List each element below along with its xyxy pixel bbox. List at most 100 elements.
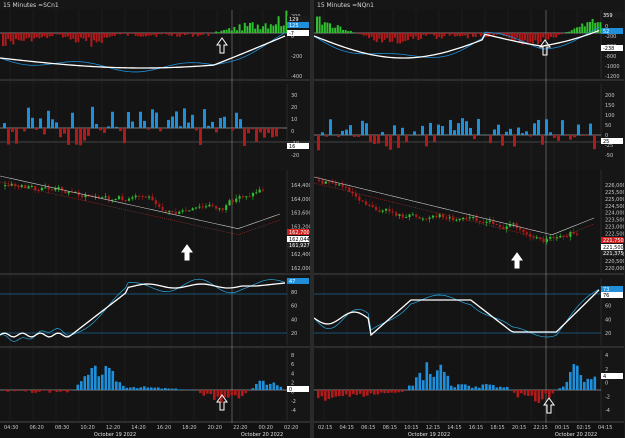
histogram-bar [357, 33, 360, 35]
histogram-bar [376, 390, 380, 395]
histogram-bar [259, 29, 262, 33]
time-tick-label: 18:15 [490, 425, 504, 431]
histogram-bar [473, 135, 476, 140]
histogram-bar [171, 388, 174, 390]
histogram-bar [142, 33, 145, 37]
time-tick-label: 10:20 [80, 425, 94, 431]
histogram-bar [545, 119, 548, 135]
histogram-bar [23, 128, 26, 132]
time-tick-label: 08:15 [383, 425, 397, 431]
candle-body [101, 196, 104, 198]
histogram-bar [495, 387, 499, 390]
candle-body [164, 210, 167, 212]
histogram-bar [125, 387, 129, 390]
histogram-bar [572, 364, 576, 390]
candle-body [168, 210, 171, 212]
pane4-tick-label: 40 [291, 317, 297, 323]
histogram-bar [490, 33, 493, 35]
time-tick-label: 10:15 [404, 425, 418, 431]
histogram-bar [433, 135, 436, 142]
histogram-bar [478, 387, 481, 390]
histogram-bar [46, 33, 49, 39]
chart-canvas-nq[interactable]: 3590-200-600-800-1000-1200200150100500-2… [314, 0, 624, 438]
histogram-bar [69, 33, 72, 40]
histogram-bar [223, 390, 227, 398]
histogram-bar [159, 128, 162, 132]
candle-body [228, 200, 231, 206]
candle-body [47, 187, 50, 190]
histogram-bar [320, 390, 324, 397]
histogram-bar [251, 388, 255, 390]
histogram-bar [98, 33, 101, 42]
candle-body [245, 196, 248, 198]
pane3-tick-label: 225,500 [605, 190, 624, 196]
candle-body [127, 198, 131, 201]
histogram-bar [529, 33, 532, 43]
histogram-bar [79, 128, 82, 146]
candle-body [238, 196, 241, 199]
time-tick-label: 06:20 [29, 425, 43, 431]
histogram-bar [186, 33, 189, 35]
histogram-bar [368, 33, 370, 39]
histogram-bar [90, 33, 93, 47]
histogram-bar [537, 119, 540, 135]
histogram-bar [433, 33, 435, 36]
histogram-bar [417, 33, 420, 41]
histogram-bar [557, 33, 560, 35]
histogram-bar [158, 33, 160, 35]
histogram-bar [497, 124, 500, 135]
histogram-bar [443, 371, 446, 390]
histogram-bar [131, 121, 134, 128]
candle-body [368, 204, 371, 206]
histogram-bar [217, 32, 220, 33]
histogram-bar [438, 33, 441, 38]
histogram-bar [207, 33, 210, 36]
time-tick-label: 04:15 [340, 425, 354, 431]
chart-panel-sc[interactable]: 2000-200-4003020100-10-20164,400164,0001… [0, 0, 310, 438]
candle-body [191, 208, 194, 211]
histogram-bar [216, 390, 220, 397]
date-label-right: October 20 2022 [241, 432, 283, 438]
histogram-bar [173, 33, 176, 34]
histogram-bar [15, 33, 17, 39]
candle-body [455, 219, 458, 221]
histogram-bar [74, 33, 77, 43]
pane-bg [314, 278, 601, 345]
time-tick-label: 02:20 [284, 425, 298, 431]
time-tick-label: 14:15 [447, 425, 461, 431]
histogram-bar [353, 135, 356, 137]
candle-body [188, 210, 191, 212]
histogram-bar [80, 381, 83, 390]
histogram-bar [225, 29, 228, 33]
candle-body [485, 221, 488, 223]
candle-body [148, 196, 151, 198]
histogram-bar [275, 24, 277, 33]
histogram-bar [129, 387, 132, 390]
candle-body [241, 196, 245, 198]
histogram-bar [103, 33, 106, 38]
chart-canvas-sc[interactable]: 2000-200-4003020100-10-20164,400164,0001… [0, 0, 310, 438]
histogram-bar [249, 22, 251, 33]
histogram-bar [348, 390, 352, 397]
candle-body [458, 219, 461, 221]
histogram-bar [25, 33, 28, 39]
pane1-tick-label: -400 [291, 74, 302, 80]
chart-panel-nq[interactable]: 3590-200-600-800-1000-1200200150100500-2… [314, 0, 624, 438]
histogram-bar [408, 385, 411, 390]
histogram-bar [352, 390, 355, 395]
histogram-bar [352, 32, 355, 33]
candle-body [231, 200, 234, 202]
histogram-bar [357, 135, 360, 137]
histogram-bar [124, 33, 127, 34]
candle-body [4, 185, 7, 187]
histogram-bar [108, 367, 111, 390]
histogram-bar [529, 135, 532, 137]
histogram-bar [20, 33, 23, 41]
candle-body [67, 191, 70, 194]
candle-body [205, 206, 208, 208]
histogram-bar [377, 135, 380, 144]
candle-body [7, 185, 10, 187]
time-tick-label: 22:15 [533, 425, 547, 431]
histogram-bar [31, 390, 34, 393]
candle-body [361, 200, 364, 202]
